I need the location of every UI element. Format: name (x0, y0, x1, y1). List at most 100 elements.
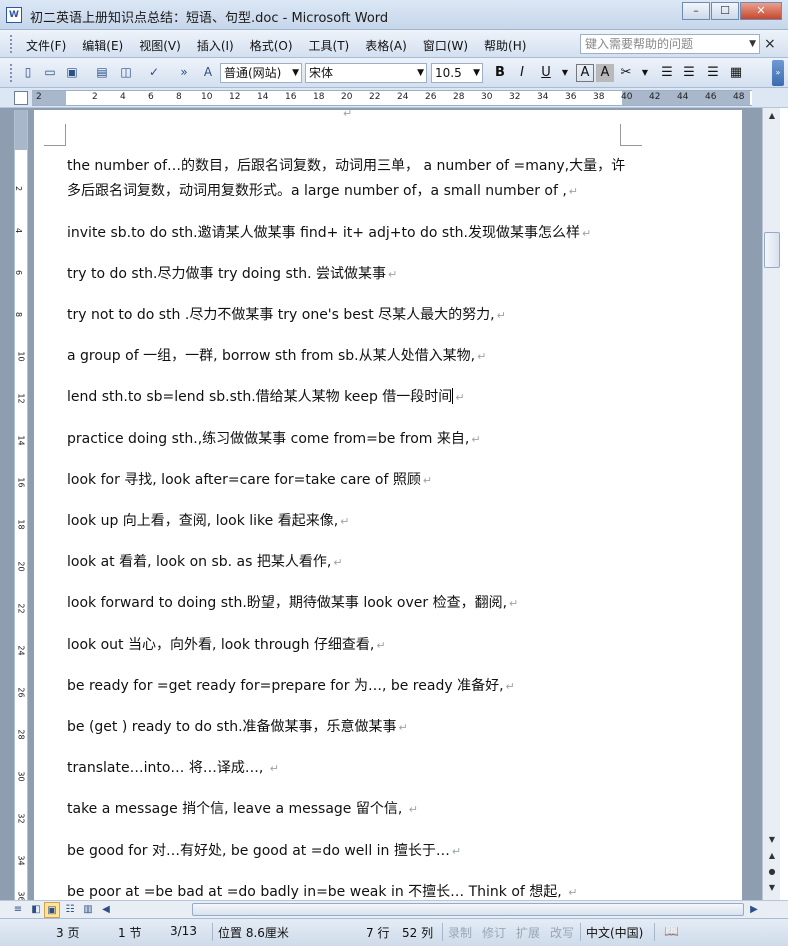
line-text: look out 当心，向外看, look through 仔细查看, (67, 637, 375, 653)
paragraph-mark: ↵ (333, 556, 343, 569)
new-document-icon[interactable]: ▯ (20, 64, 36, 80)
distributed-align-icon[interactable]: ▦ (727, 63, 745, 83)
vruler-number: 12 (16, 393, 26, 404)
menu-format[interactable]: 格式(O) (250, 37, 293, 54)
text-line: translate…into… 将…译成…, ↵ (67, 757, 279, 777)
word-app-icon[interactable]: W (6, 7, 22, 23)
scroll-down-icon[interactable]: ▼ (764, 832, 780, 848)
line-text: 多后跟名词复数，动词用复数形式。a large number of，a smal… (67, 183, 567, 199)
outline-view-icon[interactable]: ☷ (62, 902, 78, 918)
character-border-button[interactable]: A (576, 64, 594, 82)
align-right-icon[interactable]: ☰ (704, 63, 722, 83)
scroll-left-icon[interactable]: ◀ (98, 902, 114, 918)
text-line: look forward to doing sth.盼望，期待做某事 look … (67, 592, 518, 612)
line-text: take a message 捎个信, leave a message 留个信, (67, 801, 407, 817)
ruler-number: 40 (621, 92, 633, 102)
menu-grip[interactable] (10, 35, 13, 53)
align-center-icon[interactable]: ☰ (680, 63, 698, 83)
bold-button[interactable]: B (491, 63, 509, 83)
status-position: 位置 8.6厘米 (218, 926, 289, 940)
vruler-number: 10 (16, 351, 26, 362)
normal-view-icon[interactable]: ≡ (10, 902, 26, 918)
select-browse-object-icon[interactable]: ● (764, 864, 780, 880)
vruler-number: 2 (14, 185, 24, 192)
record-macro-indicator[interactable]: 录制 (448, 924, 472, 941)
vruler-number: 28 (16, 729, 26, 740)
ruler-number: 36 (565, 92, 577, 102)
ruler-number: 14 (257, 92, 269, 102)
menu-edit[interactable]: 编辑(E) (82, 37, 123, 54)
text-line: practice doing sth.,练习做做某事 come from=be … (67, 428, 481, 448)
close-button[interactable]: ✕ (740, 2, 782, 20)
menu-file[interactable]: 文件(F) (26, 37, 66, 54)
italic-button[interactable]: I (513, 63, 531, 83)
chevron-down-icon[interactable]: ▼ (749, 35, 756, 53)
scroll-right-icon[interactable]: ▶ (746, 902, 762, 918)
spelling-check-icon[interactable]: ✓ (146, 64, 162, 80)
font-select[interactable]: 宋体 ▼ (305, 63, 427, 83)
tab-selector[interactable] (14, 91, 28, 105)
menu-items: 文件(F) 编辑(E) 视图(V) 插入(I) 格式(O) 工具(T) 表格(A… (26, 37, 542, 54)
document-page[interactable]: ↵ the number of…的数目，后跟名词复数，动词用三单， a numb… (34, 107, 742, 900)
vruler-number: 14 (16, 435, 26, 446)
font-size-value: 10.5 (435, 66, 462, 80)
menu-tools[interactable]: 工具(T) (309, 37, 350, 54)
justify-icon[interactable]: ☰ (658, 63, 676, 83)
vruler-number: 6 (14, 269, 24, 276)
save-icon[interactable]: ▣ (64, 64, 80, 80)
overtype-indicator[interactable]: 改写 (550, 924, 574, 941)
line-text: invite sb.to do sth.邀请某人做某事 find+ it+ ad… (67, 225, 581, 241)
print-icon[interactable]: ▤ (94, 64, 110, 80)
ruler-number: 2 (92, 92, 98, 102)
ruler-number: 6 (148, 92, 154, 102)
web-layout-view-icon[interactable]: ◧ (28, 902, 44, 918)
font-size-select[interactable]: 10.5 ▼ (431, 63, 483, 83)
style-select[interactable]: 普通(网站) ▼ (220, 63, 302, 83)
menu-table[interactable]: 表格(A) (365, 37, 407, 54)
chevron-down-icon[interactable]: ▼ (636, 63, 654, 83)
horizontal-scroll-thumb[interactable] (192, 903, 744, 916)
vruler-number: 26 (16, 687, 26, 698)
toolbar-grip[interactable] (10, 64, 13, 82)
phonetic-guide-icon[interactable]: ✂ (617, 63, 635, 83)
reading-layout-view-icon[interactable]: ▥ (80, 902, 96, 918)
previous-page-icon[interactable]: ▲ (764, 848, 780, 864)
line-text: be ready for =get ready for=prepare for … (67, 678, 504, 694)
ruler-strip[interactable]: 2 2 4 6 8 10 12 14 16 18 20 22 24 26 28 … (32, 90, 752, 106)
print-preview-icon[interactable]: ◫ (118, 64, 134, 80)
status-language[interactable]: 中文(中国) (586, 924, 643, 941)
underline-button[interactable]: U (537, 63, 555, 83)
document-close-button[interactable]: × (764, 36, 776, 52)
chevron-down-icon: ▼ (417, 68, 424, 78)
menu-help[interactable]: 帮助(H) (484, 37, 526, 54)
text-line: look at 看着, look on sb. as 把某人看作, ↵ (67, 551, 343, 571)
menu-window[interactable]: 窗口(W) (423, 37, 468, 54)
toolbar-overflow-icon[interactable]: » (772, 60, 784, 86)
extend-selection-indicator[interactable]: 扩展 (516, 924, 540, 941)
scroll-thumb[interactable] (764, 232, 780, 268)
vertical-scrollbar[interactable]: ▲ ▼ ▲ ● ▼ (762, 108, 780, 900)
vertical-ruler[interactable]: 2 4 6 8 10 12 14 16 18 20 22 24 26 28 30… (14, 110, 28, 902)
paragraph-mark: ↵ (422, 474, 433, 487)
underline-options-icon[interactable]: ▼ (556, 63, 574, 83)
minimize-button[interactable]: – (682, 2, 710, 20)
next-page-icon[interactable]: ▼ (764, 880, 780, 896)
menu-view[interactable]: 视图(V) (139, 37, 181, 54)
scroll-up-icon[interactable]: ▲ (764, 108, 780, 124)
vruler-number: 4 (14, 227, 24, 234)
menu-insert[interactable]: 插入(I) (197, 37, 234, 54)
track-changes-indicator[interactable]: 修订 (482, 924, 506, 941)
open-folder-icon[interactable]: ▭ (42, 64, 58, 80)
status-line: 7 行 (366, 926, 390, 940)
text-line: invite sb.to do sth.邀请某人做某事 find+ it+ ad… (67, 222, 591, 242)
styles-pane-icon[interactable]: A (200, 64, 216, 80)
print-layout-view-icon[interactable]: ▣ (44, 902, 60, 918)
help-search-input[interactable]: 键入需要帮助的问题 ▼ (580, 34, 760, 54)
maximize-button[interactable]: ☐ (711, 2, 739, 20)
line-text: look at 看着, look on sb. as 把某人看作, (67, 554, 332, 570)
ruler-number: 48 (733, 92, 745, 102)
spelling-status-icon[interactable]: 📖 (664, 924, 679, 938)
vruler-number: 16 (16, 477, 26, 488)
toolbar-options-icon[interactable]: » (176, 64, 192, 80)
character-shading-button[interactable]: A (596, 64, 614, 82)
